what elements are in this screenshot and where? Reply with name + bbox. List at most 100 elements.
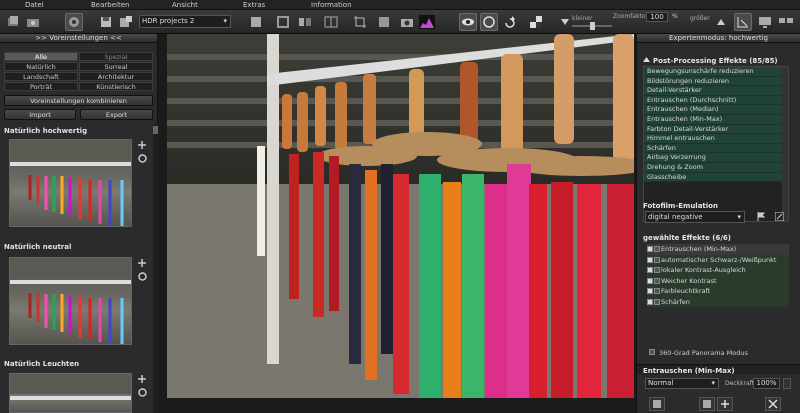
effect-item[interactable]: Entrauschen (Durchschnitt) <box>644 95 788 106</box>
compare-icon[interactable] <box>296 13 314 31</box>
effect-preview-icon[interactable] <box>649 397 665 411</box>
effect-item[interactable]: Bewegungsunschärfe reduzieren <box>644 67 788 77</box>
effect-item[interactable]: Glasscheibe <box>644 172 788 183</box>
opacity-spinner[interactable] <box>783 378 791 389</box>
checkbox-icon[interactable] <box>647 288 653 294</box>
copy-settings-icon[interactable] <box>247 13 265 31</box>
selected-effect-row[interactable]: Entrauschen (Min-Max) <box>647 244 789 255</box>
eye-icon[interactable] <box>459 13 477 31</box>
open-images-icon[interactable] <box>24 13 42 31</box>
combine-presets-button[interactable]: Voreinstellungen kombinieren <box>4 95 153 106</box>
zoom-slider-handle[interactable] <box>590 22 595 30</box>
redo-icon[interactable] <box>501 13 519 31</box>
category-special[interactable]: Spezial <box>79 52 153 61</box>
import-button[interactable]: Import <box>4 109 76 120</box>
effect-settings-icon[interactable] <box>654 298 660 305</box>
presets-scrollbar[interactable] <box>153 124 158 413</box>
scroll-up-icon[interactable] <box>153 126 158 134</box>
menu-extras[interactable]: Extras <box>243 0 265 10</box>
category-surreal[interactable]: Surreal <box>79 62 153 71</box>
remove-effect-icon[interactable] <box>765 397 781 411</box>
opacity-input[interactable]: 100% <box>753 378 780 389</box>
save-as-icon[interactable] <box>117 13 135 31</box>
category-landscape[interactable]: Landschaft <box>4 72 78 81</box>
monitor-icon[interactable] <box>756 13 774 31</box>
project-select[interactable]: HDR projects 2 ▾ <box>139 15 231 28</box>
film-edit-icon[interactable] <box>773 210 785 222</box>
new-project-icon[interactable] <box>4 13 22 31</box>
effect-item[interactable]: Entrauschen (Min-Max) <box>644 114 788 125</box>
zoom-input[interactable]: 100 <box>646 12 668 22</box>
camera-raw-icon[interactable] <box>65 13 83 31</box>
category-portrait[interactable]: Porträt <box>4 82 78 91</box>
zoom-slider[interactable] <box>572 22 612 30</box>
selected-effect-row[interactable]: Farbleuchtkraft <box>647 286 789 297</box>
effect-settings-icon[interactable] <box>654 246 660 252</box>
checkbox-icon[interactable] <box>647 277 653 284</box>
menu-info[interactable]: Information <box>311 0 352 10</box>
histogram-icon[interactable] <box>418 13 436 31</box>
effect-item[interactable]: Farbton Detail-Verstärker <box>644 124 788 135</box>
checkbox-icon[interactable] <box>647 246 653 252</box>
fit-to-window-icon[interactable] <box>734 13 752 31</box>
menu-view[interactable]: Ansicht <box>172 0 198 10</box>
settings-gear-icon[interactable] <box>137 153 147 163</box>
selected-effect-row[interactable]: automatischer Schwarz-/Weißpunkt <box>647 254 789 265</box>
effect-item[interactable]: Bildstörungen reduzieren <box>644 76 788 87</box>
effects-list[interactable]: Bewegungsunschärfe reduzieren Bildstörun… <box>643 66 789 222</box>
menu-file[interactable]: Datei <box>25 0 44 10</box>
checkerboard-icon[interactable] <box>527 13 545 31</box>
add-preset-icon[interactable] <box>137 258 147 268</box>
fullscreen-icon[interactable] <box>375 13 393 31</box>
effect-settings-icon[interactable] <box>654 256 660 263</box>
effect-copy-icon[interactable] <box>699 397 715 411</box>
effect-item[interactable]: Airbag Verzerrung <box>644 153 788 163</box>
refresh-preview-icon[interactable] <box>480 13 498 31</box>
dual-monitor-icon[interactable] <box>777 13 795 31</box>
category-architecture[interactable]: Architektur <box>79 72 153 81</box>
selected-effect-row[interactable]: Weicher Kontrast <box>647 275 789 286</box>
candles-thumbnail-icon <box>10 258 131 344</box>
add-preset-icon[interactable] <box>137 140 147 150</box>
settings-gear-icon[interactable] <box>137 271 147 281</box>
effect-item[interactable]: Detail-Verstärker <box>644 86 788 96</box>
save-icon[interactable] <box>97 13 115 31</box>
effect-item[interactable]: Drehung & Zoom <box>644 162 788 173</box>
effect-item[interactable]: Schärfen <box>644 143 788 154</box>
preset-thumbnail[interactable] <box>9 139 132 227</box>
checkbox-icon[interactable] <box>647 298 653 305</box>
export-button[interactable]: Export <box>80 109 153 120</box>
crop-icon[interactable] <box>351 13 369 31</box>
preset-thumbnail[interactable] <box>9 257 132 345</box>
blend-mode-select[interactable]: Normal ▾ <box>645 378 719 389</box>
add-effect-icon[interactable] <box>717 397 733 411</box>
effect-item[interactable]: Himmel entrauschen <box>644 134 788 144</box>
checkbox-icon[interactable] <box>647 267 653 273</box>
opacity-label: Deckkraft <box>725 380 755 387</box>
image-preview[interactable] <box>167 34 634 398</box>
camera-icon[interactable] <box>398 13 416 31</box>
effect-settings-icon[interactable] <box>654 288 660 294</box>
checkbox-icon[interactable] <box>647 256 653 263</box>
film-flag-icon[interactable] <box>755 210 767 222</box>
export-icon[interactable] <box>274 13 292 31</box>
settings-gear-icon[interactable] <box>137 387 147 397</box>
selected-effect-row[interactable]: lokaler Kontrast-Ausgleich <box>647 265 789 276</box>
zoom-in-icon[interactable] <box>712 13 730 31</box>
film-select[interactable]: digital negative ▾ <box>645 211 745 223</box>
effect-settings-icon[interactable] <box>654 267 660 273</box>
category-artistic[interactable]: Künstlerisch <box>79 82 153 91</box>
presets-header[interactable]: >> Voreinstellungen << <box>0 34 157 43</box>
selected-effects-list[interactable]: Entrauschen (Min-Max) automatischer Schw… <box>647 244 789 307</box>
category-all[interactable]: Alle <box>4 52 78 61</box>
add-preset-icon[interactable] <box>137 374 147 384</box>
effects-scrollbar[interactable] <box>782 67 788 221</box>
selected-effect-row[interactable]: Schärfen <box>647 296 789 307</box>
effect-settings-icon[interactable] <box>654 277 660 284</box>
effect-item[interactable]: Entrauschen (Median) <box>644 105 788 115</box>
menu-edit[interactable]: Bearbeiten <box>91 0 129 10</box>
panorama-checkbox[interactable] <box>649 349 655 355</box>
preset-thumbnail[interactable] <box>9 373 132 413</box>
category-natural[interactable]: Natürlich <box>4 62 78 71</box>
split-view-icon[interactable] <box>322 13 340 31</box>
